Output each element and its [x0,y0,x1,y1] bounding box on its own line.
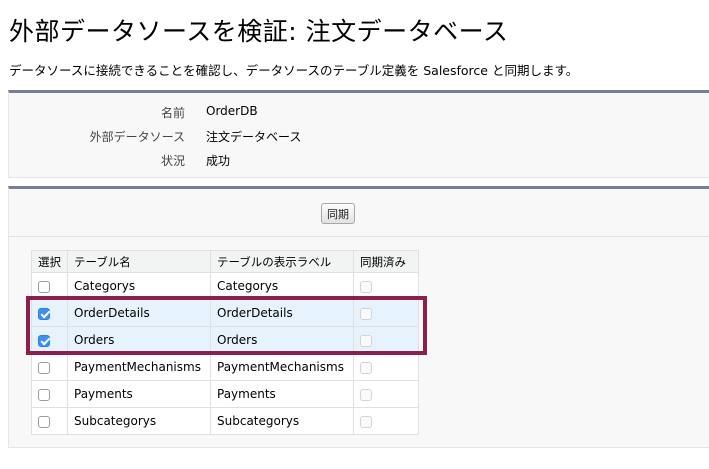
table-row[interactable]: PaymentMechanisms PaymentMechanisms [31,353,419,381]
info-row-status: 状況 成功 [9,148,709,170]
select-cell [31,407,68,435]
table-name-cell: PaymentMechanisms [67,353,211,381]
button-row: 同期 [9,189,709,237]
synced-checkbox [360,415,372,428]
table-name-cell: Subcategorys [67,407,211,435]
table-row[interactable]: Subcategorys Subcategorys [31,407,419,435]
synced-checkbox [360,388,372,401]
synced-checkbox [360,280,372,293]
synced-cell [353,353,419,381]
synced-cell [353,407,419,435]
display-label-column-header: テーブルの表示ラベル [210,250,354,273]
status-label: 状況 [160,154,185,168]
sync-button[interactable]: 同期 [321,203,355,224]
select-column-header: 選択 [31,250,68,273]
name-value: OrderDB [206,104,258,118]
selection-highlight-box [26,296,427,355]
status-value: 成功 [206,154,231,168]
table-name-column-header: テーブル名 [67,250,211,273]
page-description: データソースに接続できることを確認し、データソースのテーブル定義を Salesf… [9,63,579,78]
name-label: 名前 [160,106,185,120]
synced-cell [353,380,419,408]
select-checkbox[interactable] [38,388,50,401]
info-row-source: 外部データソース 注文データベース [9,124,709,146]
display-label-cell: PaymentMechanisms [210,353,354,381]
source-label: 外部データソース [89,130,185,144]
select-cell [31,380,68,408]
table-row[interactable]: Payments Payments [31,380,419,408]
display-label-cell: Subcategorys [210,407,354,435]
page-title: 外部データソースを検証: 注文データベース [9,17,509,46]
table-name-cell: Payments [67,380,211,408]
source-value: 注文データベース [206,130,302,144]
display-label-cell: Payments [210,380,354,408]
select-cell [31,353,68,381]
select-checkbox[interactable] [38,280,50,293]
table-header-row: 選択 テーブル名 テーブルの表示ラベル 同期済み [31,250,419,273]
data-source-info-panel: 名前 OrderDB 外部データソース 注文データベース 状況 成功 [8,90,709,178]
synced-checkbox [360,361,372,374]
select-checkbox[interactable] [38,415,50,428]
info-row-name: 名前 OrderDB [9,100,709,122]
select-checkbox[interactable] [38,361,50,374]
synced-column-header: 同期済み [353,250,419,273]
